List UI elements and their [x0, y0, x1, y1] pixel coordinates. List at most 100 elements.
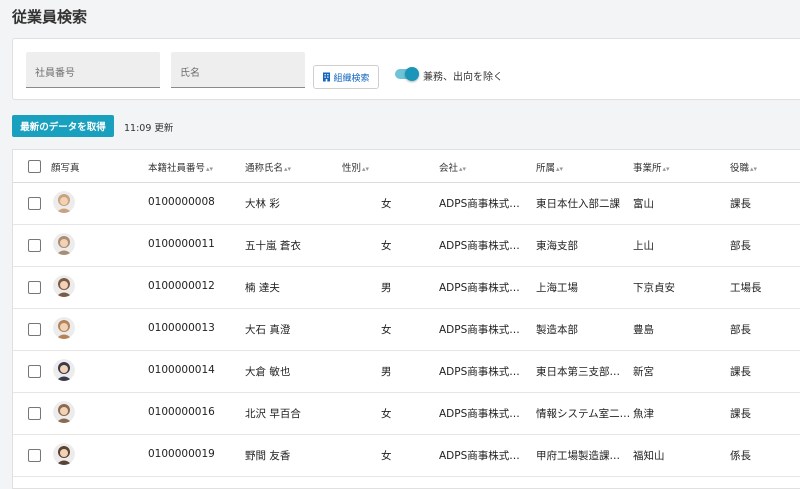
sort-icon: ▴▾	[662, 165, 670, 173]
row-emp-no: 0100000019	[148, 448, 215, 460]
row-dept: 東日本第三支部…	[536, 366, 620, 378]
table-row[interactable]: 0100000012 楠 達夫 男 ADPS商事株式… 上海工場 下京貞安 工場長	[13, 266, 800, 309]
sort-icon: ▴▾	[362, 165, 370, 173]
avatar	[53, 191, 75, 213]
table-row[interactable]: 0100000019 野間 友香 女 ADPS商事株式… 甲府工場製造課… 福知山 係長	[13, 434, 800, 477]
row-name: 野間 友香	[245, 450, 291, 462]
row-role: 部長	[730, 324, 751, 336]
exclude-concurrent-toggle[interactable]	[395, 67, 419, 81]
row-office: 上山	[633, 240, 654, 252]
row-name: 五十嵐 蒼衣	[245, 240, 301, 252]
row-company: ADPS商事株式…	[439, 240, 520, 252]
row-checkbox[interactable]	[28, 407, 41, 420]
row-office: 豊島	[633, 324, 654, 336]
row-company: ADPS商事株式…	[439, 324, 520, 336]
header-photo: 顔写真	[51, 163, 80, 174]
org-search-label: 組織検索	[333, 73, 370, 84]
header-name-label: 通称氏名	[245, 163, 284, 174]
row-role: 工場長	[730, 282, 762, 294]
building-icon	[323, 72, 331, 82]
row-role: 係長	[730, 450, 751, 462]
last-updated-text: 11:09 更新	[124, 123, 174, 134]
row-name: 大石 真澄	[245, 324, 291, 336]
row-emp-no: 0100000012	[148, 280, 215, 292]
row-emp-no: 0100000016	[148, 406, 215, 418]
row-role: 課長	[730, 408, 751, 420]
search-panel: 社員番号 氏名 組織検索 兼務、出向を除く	[12, 38, 800, 100]
row-office: 下京貞安	[633, 282, 675, 294]
header-dept-label: 所属	[536, 163, 556, 174]
sort-icon: ▴▾	[206, 165, 214, 173]
avatar	[53, 359, 75, 381]
table-row[interactable]: 0100000014 大倉 敏也 男 ADPS商事株式… 東日本第三支部… 新宮 課長	[13, 350, 800, 393]
row-role: 課長	[730, 198, 751, 210]
row-name: 大倉 敏也	[245, 366, 291, 378]
header-name[interactable]: 通称氏名▴▾	[245, 160, 291, 174]
header-office-label: 事業所	[633, 163, 662, 174]
row-company: ADPS商事株式…	[439, 282, 520, 294]
header-role-label: 役職	[730, 163, 750, 174]
avatar	[53, 401, 75, 423]
header-gender-label: 性別	[342, 163, 362, 174]
row-name: 楠 達夫	[245, 282, 280, 294]
avatar	[53, 317, 75, 339]
employee-no-field[interactable]: 社員番号	[26, 52, 160, 88]
header-company[interactable]: 会社▴▾	[439, 160, 466, 174]
row-gender: 男	[381, 282, 392, 294]
row-checkbox[interactable]	[28, 449, 41, 462]
header-emp-no[interactable]: 本籍社員番号▴▾	[148, 160, 213, 174]
name-field[interactable]: 氏名	[171, 52, 305, 88]
row-name: 北沢 早百合	[245, 408, 301, 420]
header-gender[interactable]: 性別▴▾	[342, 160, 369, 174]
row-company: ADPS商事株式…	[439, 366, 520, 378]
row-company: ADPS商事株式…	[439, 408, 520, 420]
select-all-checkbox[interactable]	[28, 160, 41, 173]
table-header: 顔写真 本籍社員番号▴▾ 通称氏名▴▾ 性別▴▾ 会社▴▾ 所属▴▾ 事業所▴▾…	[13, 150, 800, 183]
row-dept: 上海工場	[536, 282, 578, 294]
header-company-label: 会社	[439, 163, 459, 174]
avatar	[53, 233, 75, 255]
org-search-button[interactable]: 組織検索	[313, 65, 379, 89]
table-row[interactable]: 0100000016 北沢 早百合 女 ADPS商事株式… 情報システム室二… 魚津 課長	[13, 392, 800, 435]
table-row[interactable]: 0100000011 五十嵐 蒼衣 女 ADPS商事株式… 東海支部 上山 部長	[13, 224, 800, 267]
row-gender: 女	[381, 408, 392, 420]
row-checkbox[interactable]	[28, 239, 41, 252]
fetch-latest-button[interactable]: 最新のデータを取得	[12, 115, 114, 137]
row-gender: 男	[381, 366, 392, 378]
name-placeholder: 氏名	[180, 68, 200, 79]
row-emp-no: 0100000008	[148, 196, 215, 208]
row-emp-no: 0100000013	[148, 322, 215, 334]
sort-icon: ▴▾	[459, 165, 467, 173]
employee-table: 顔写真 本籍社員番号▴▾ 通称氏名▴▾ 性別▴▾ 会社▴▾ 所属▴▾ 事業所▴▾…	[12, 149, 800, 489]
row-gender: 女	[381, 198, 392, 210]
row-office: 魚津	[633, 408, 654, 420]
row-checkbox[interactable]	[28, 197, 41, 210]
row-office: 新宮	[633, 366, 654, 378]
header-role[interactable]: 役職▴▾	[730, 160, 757, 174]
row-dept: 情報システム室二…	[536, 408, 631, 420]
row-checkbox[interactable]	[28, 323, 41, 336]
employee-no-placeholder: 社員番号	[35, 68, 75, 79]
row-gender: 女	[381, 324, 392, 336]
row-name: 大林 彩	[245, 198, 280, 210]
row-office: 富山	[633, 198, 654, 210]
row-company: ADPS商事株式…	[439, 198, 520, 210]
table-row[interactable]: 0100000008 大林 彩 女 ADPS商事株式… 東日本仕入部二課 富山 課長	[13, 182, 800, 225]
header-emp-no-label: 本籍社員番号	[148, 163, 206, 174]
row-gender: 女	[381, 450, 392, 462]
avatar	[53, 275, 75, 297]
page-title: 従業員検索	[12, 8, 88, 26]
row-checkbox[interactable]	[28, 365, 41, 378]
avatar	[53, 443, 75, 465]
row-gender: 女	[381, 240, 392, 252]
row-checkbox[interactable]	[28, 281, 41, 294]
sort-icon: ▴▾	[750, 165, 758, 173]
sort-icon: ▴▾	[284, 165, 292, 173]
row-emp-no: 0100000014	[148, 364, 215, 376]
table-row[interactable]: 0100000013 大石 真澄 女 ADPS商事株式… 製造本部 豊島 部長	[13, 308, 800, 351]
header-office[interactable]: 事業所▴▾	[633, 160, 670, 174]
exclude-concurrent-label: 兼務、出向を除く	[423, 72, 503, 83]
header-dept[interactable]: 所属▴▾	[536, 160, 563, 174]
sort-icon: ▴▾	[556, 165, 564, 173]
row-role: 部長	[730, 240, 751, 252]
